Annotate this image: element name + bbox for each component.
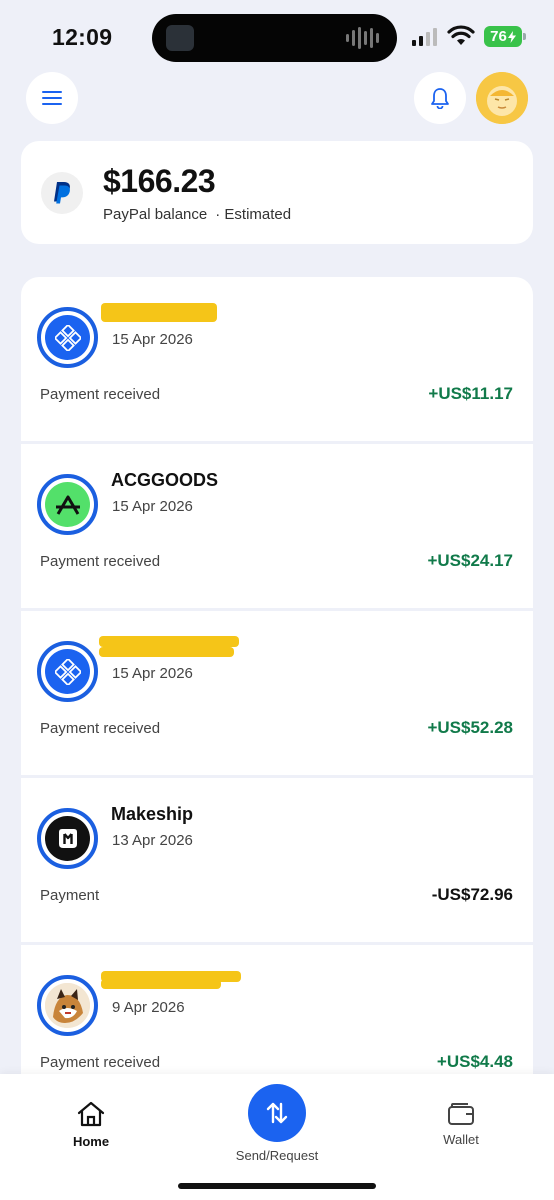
home-indicator: [178, 1183, 376, 1189]
nav-send-request[interactable]: Send/Request: [217, 1084, 337, 1163]
notifications-button[interactable]: [414, 72, 466, 124]
bottom-nav: Home Send/Request Wallet: [0, 1074, 554, 1200]
transaction-type: Payment received: [40, 553, 161, 570]
hamburger-icon: [42, 91, 62, 105]
transaction-avatar: [37, 307, 98, 368]
redacted-name: [101, 979, 221, 989]
status-bar: 12:09 76: [0, 0, 554, 70]
redacted-name: [101, 303, 217, 322]
redacted-name: [99, 647, 234, 657]
nav-wallet[interactable]: Wallet: [426, 1102, 496, 1147]
status-time: 12:09: [52, 24, 113, 50]
nav-home-label: Home: [72, 1134, 110, 1149]
home-icon: [77, 1101, 105, 1127]
cellular-signal-icon: [412, 28, 437, 46]
transaction-amount: +US$52.28: [427, 718, 513, 737]
transaction-avatar: [37, 975, 98, 1036]
menu-button[interactable]: [26, 72, 78, 124]
transaction-date: 15 Apr 2026: [112, 498, 193, 515]
balance-label: PayPal balance: [103, 206, 208, 223]
nav-send-request-label: Send/Request: [235, 1148, 319, 1163]
battery-level: 76: [490, 28, 507, 45]
transaction-avatar: [37, 474, 98, 535]
makeship-logo-icon: [45, 816, 90, 861]
acggoods-logo-icon: [45, 482, 90, 527]
transaction-type: Payment received: [40, 1054, 161, 1071]
transaction-amount: +US$11.17: [428, 384, 513, 403]
transaction-name: Makeship: [111, 804, 194, 824]
transaction-amount: -US$72.96: [431, 885, 513, 904]
transfer-arrows-icon: [266, 1102, 288, 1124]
transaction-amount: +US$24.17: [427, 551, 513, 570]
profile-avatar[interactable]: [476, 72, 528, 124]
transaction-name: ACGGOODS: [111, 470, 219, 490]
audio-wave-icon: [346, 26, 379, 50]
balance-estimated: · Estimated: [215, 206, 292, 223]
transaction-date: 15 Apr 2026: [112, 665, 193, 682]
diamond-grid-icon: [45, 315, 90, 360]
paypal-logo-icon: [41, 172, 83, 214]
balance-amount: $166.23: [103, 163, 216, 199]
redacted-name: [99, 636, 239, 647]
send-request-button[interactable]: [248, 1084, 306, 1142]
transaction-date: 15 Apr 2026: [112, 331, 193, 348]
transaction-row[interactable]: 15 Apr 2026 Payment received +US$11.17: [21, 277, 533, 441]
now-playing-thumbnail: [166, 25, 194, 51]
nav-wallet-label: Wallet: [443, 1132, 479, 1147]
balance-subtitle: PayPal balance · Estimated: [103, 206, 291, 223]
dynamic-island: [152, 14, 397, 62]
wifi-icon: [447, 25, 475, 45]
transaction-amount: +US$4.48: [436, 1052, 513, 1071]
transaction-row[interactable]: ACGGOODS 15 Apr 2026 Payment received +U…: [21, 444, 533, 608]
transaction-type: Payment received: [40, 720, 161, 737]
nav-home[interactable]: Home: [56, 1100, 126, 1149]
transaction-type: Payment: [40, 887, 100, 904]
diamond-grid-icon: [45, 649, 90, 694]
transaction-date: 13 Apr 2026: [112, 832, 193, 849]
transaction-avatar: [37, 641, 98, 702]
bell-icon: [431, 88, 449, 109]
balance-card[interactable]: $166.23 PayPal balance · Estimated: [21, 141, 533, 244]
transaction-date: 9 Apr 2026: [112, 999, 185, 1016]
user-avatar-icon: [45, 983, 90, 1028]
transaction-list: 15 Apr 2026 Payment received +US$11.17 A…: [21, 277, 533, 1097]
transaction-row[interactable]: Makeship 13 Apr 2026 Payment -US$72.96: [21, 778, 533, 942]
transaction-avatar: [37, 808, 98, 869]
profile-avatar-icon: [476, 72, 528, 124]
transaction-row[interactable]: 15 Apr 2026 Payment received +US$52.28: [21, 611, 533, 775]
charging-bolt-icon: [507, 30, 516, 43]
transaction-type: Payment received: [40, 386, 161, 403]
battery-indicator: 76: [484, 26, 526, 47]
wallet-icon: [448, 1103, 474, 1125]
